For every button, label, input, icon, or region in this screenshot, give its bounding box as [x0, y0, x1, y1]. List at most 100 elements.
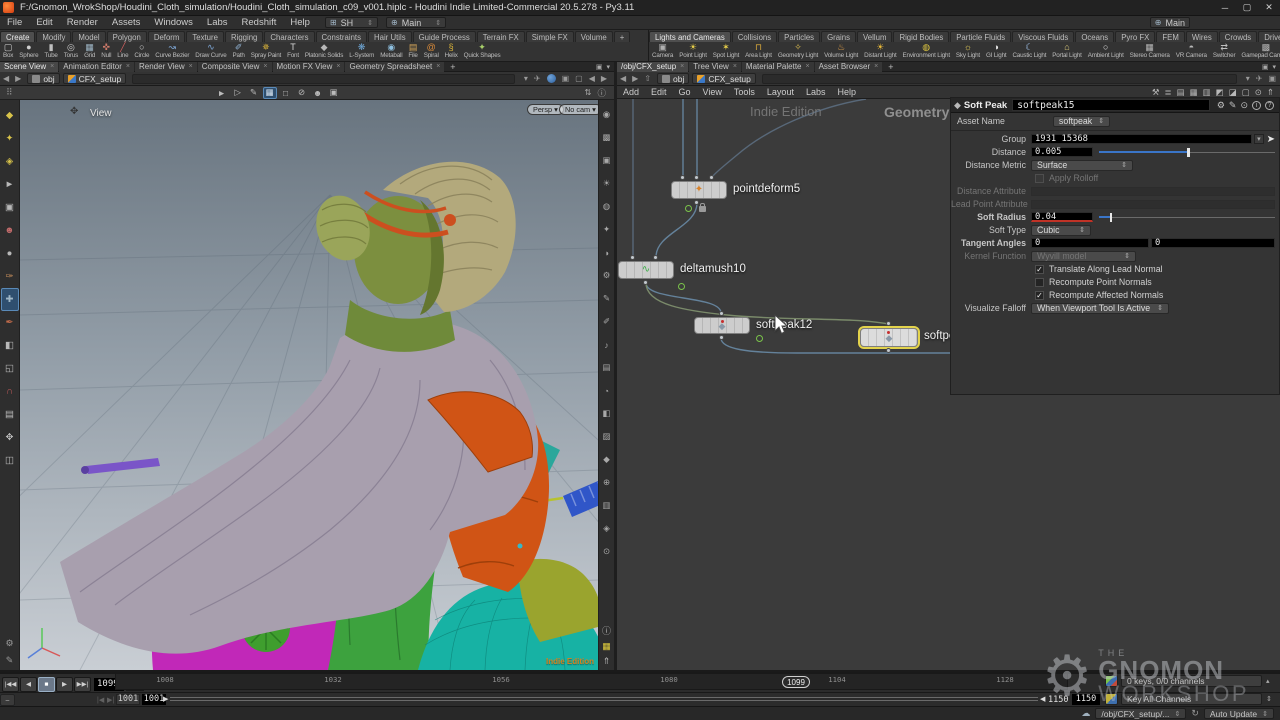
- key-all-icon[interactable]: [1105, 693, 1118, 705]
- soft-radius-slider[interactable]: [1099, 213, 1275, 222]
- up-icon[interactable]: ⇧: [641, 74, 654, 83]
- pane-tab[interactable]: Asset Browser ×: [815, 62, 883, 72]
- path-node-chip[interactable]: CFX_setup: [63, 73, 127, 84]
- cook-path-dropdown[interactable]: /obj/CFX_setup/... ⇕: [1095, 708, 1186, 719]
- shelf-tool[interactable]: ◓ VR Camera: [1173, 42, 1210, 62]
- path-input[interactable]: [762, 74, 1237, 84]
- soft-type-select[interactable]: Cubic ⇕: [1031, 225, 1091, 236]
- network-menu-item[interactable]: Labs: [800, 87, 832, 97]
- shelf-tab[interactable]: Model: [72, 31, 105, 42]
- shelf-tab[interactable]: Modify: [36, 31, 71, 42]
- info-icon[interactable]: ⓘ: [602, 624, 611, 637]
- input-connector[interactable]: [709, 175, 714, 180]
- chevron-down-icon[interactable]: ▾: [524, 74, 528, 83]
- color-palette-icon[interactable]: ▦: [1190, 87, 1198, 98]
- main-desktop-indicator[interactable]: ⊕ Main: [1150, 17, 1190, 28]
- shelf-tab[interactable]: Volume: [575, 31, 613, 42]
- audio-icon[interactable]: ♪: [599, 333, 614, 356]
- shelf-tool[interactable]: ✦ Quick Shapes: [461, 42, 504, 62]
- menu-item[interactable]: Labs: [200, 17, 235, 28]
- shelf-tab[interactable]: Simple FX: [526, 31, 574, 42]
- shelf-tab[interactable]: Particles: [778, 31, 820, 42]
- output-connector[interactable]: [886, 348, 891, 353]
- current-frame-marker[interactable]: 1099: [782, 676, 810, 688]
- shelf-tool[interactable]: ⊓ Area Light: [742, 42, 775, 62]
- network-menu-item[interactable]: Tools: [728, 87, 761, 97]
- pane-maximize-icon[interactable]: ▣: [596, 63, 603, 71]
- node-body[interactable]: ∿: [618, 261, 674, 279]
- update-mode-dropdown[interactable]: Auto Update ⇕: [1204, 708, 1274, 719]
- shelf-tab[interactable]: Collisions: [732, 31, 777, 42]
- chevron-down-icon[interactable]: ▾: [1246, 74, 1250, 83]
- network-menu-item[interactable]: Go: [673, 87, 697, 97]
- layout-grid-icon[interactable]: ▦: [602, 641, 611, 652]
- close-button[interactable]: ✕: [1258, 2, 1280, 13]
- gear-icon[interactable]: ⚙: [5, 638, 13, 649]
- refresh-icon[interactable]: ↻: [1191, 708, 1199, 719]
- knife-tool-icon[interactable]: ✒: [1, 311, 19, 334]
- select-objects-icon[interactable]: ▷: [231, 87, 245, 99]
- transport-button[interactable]: ▶: [56, 677, 73, 692]
- transport-button[interactable]: |◀◀: [2, 677, 19, 692]
- pose-tool-icon[interactable]: ☻: [1, 219, 19, 242]
- shelf-tab[interactable]: Vellum: [857, 31, 892, 42]
- node-softpeak15[interactable]: ◆ softpeak15: [860, 328, 918, 347]
- shelf-tab[interactable]: Create: [0, 31, 35, 42]
- input-connector[interactable]: [653, 255, 658, 260]
- shelf-tab[interactable]: Hair Utils: [368, 31, 412, 42]
- close-tab-icon[interactable]: ×: [806, 63, 810, 70]
- lock-camera-icon[interactable]: ▣: [599, 149, 614, 172]
- paint-tool-icon[interactable]: ✑: [1, 265, 19, 288]
- no-select-icon[interactable]: ⊘: [295, 87, 309, 99]
- forward-icon[interactable]: ▶: [12, 74, 24, 83]
- link-icon[interactable]: ▢: [575, 74, 583, 83]
- shelf-tab[interactable]: Constraints: [316, 31, 367, 42]
- range-slider-right-handle[interactable]: ◀: [1040, 695, 1045, 703]
- key-all-updown-icon[interactable]: ⇕: [1266, 695, 1272, 703]
- pane-menu-icon[interactable]: ▾: [1272, 63, 1276, 71]
- shelf-tool[interactable]: ↝ Curve Bezier: [152, 42, 192, 62]
- cloth-tool-icon[interactable]: ▤: [1, 403, 19, 426]
- path-root-chip[interactable]: obj: [657, 73, 689, 84]
- tangent-angle-field-2[interactable]: 0: [1151, 238, 1275, 248]
- search-icon[interactable]: ⊙: [1240, 100, 1248, 111]
- pane-tab[interactable]: Geometry Spreadsheet ×: [345, 62, 444, 72]
- network-menu-item[interactable]: Help: [831, 87, 862, 97]
- transport-button[interactable]: ▶▶|: [74, 677, 91, 692]
- next-icon[interactable]: ▶: [598, 74, 610, 83]
- input-connector[interactable]: [630, 255, 635, 260]
- menu-item[interactable]: File: [0, 17, 29, 28]
- visualize-falloff-select[interactable]: When Viewport Tool Is Active ⇕: [1031, 303, 1169, 314]
- shelf-tab[interactable]: Wires: [1186, 31, 1218, 42]
- shelf-tool[interactable]: ╱ Line: [114, 42, 131, 62]
- pin-icon[interactable]: ✈: [1256, 74, 1263, 83]
- pane-tab[interactable]: Material Palette ×: [742, 62, 814, 72]
- camera-icon[interactable]: ▩: [599, 126, 614, 149]
- lock-tool-icon[interactable]: ▣: [1, 196, 19, 219]
- minimize-button[interactable]: ─: [1214, 3, 1236, 13]
- dopnet-sync-icon[interactable]: −: [0, 694, 15, 706]
- shelf-tool[interactable]: @ Spiral: [421, 42, 442, 62]
- distance-field[interactable]: 0.005: [1031, 147, 1093, 157]
- keys-expand-icon[interactable]: ▴: [1266, 677, 1270, 685]
- input-connector[interactable]: [694, 175, 699, 180]
- material-icon[interactable]: ⚙: [599, 264, 614, 287]
- shelf-tool[interactable]: ☾ Caustic Light: [1009, 42, 1049, 62]
- boolean-tool-icon[interactable]: ◱: [1, 357, 19, 380]
- apply-rolloff-checkbox[interactable]: [1035, 174, 1044, 183]
- close-tab-icon[interactable]: ×: [874, 63, 878, 70]
- shelf-tool[interactable]: ▦ Grid: [81, 42, 98, 62]
- tools-icon[interactable]: ⚒: [1152, 87, 1160, 98]
- zoom-icon[interactable]: ⊙: [1255, 87, 1262, 98]
- plane-icon[interactable]: ▥: [599, 494, 614, 517]
- node-color-icon[interactable]: ◪: [1229, 87, 1237, 98]
- kernel-function-select[interactable]: Wyvill model ⇕: [1031, 251, 1136, 262]
- help-icon[interactable]: ?: [1265, 101, 1274, 110]
- shelf-tool[interactable]: ◆ Platonic Solids: [302, 42, 346, 62]
- asset-name-selector[interactable]: softpeak ⇕: [1053, 116, 1110, 127]
- snapshot-icon[interactable]: ▣: [562, 74, 570, 83]
- close-tab-icon[interactable]: ×: [126, 63, 130, 70]
- pivot-icon[interactable]: ◆: [599, 448, 614, 471]
- pane-tab[interactable]: Motion FX View ×: [273, 62, 345, 72]
- shelf-tab[interactable]: Grains: [821, 31, 856, 42]
